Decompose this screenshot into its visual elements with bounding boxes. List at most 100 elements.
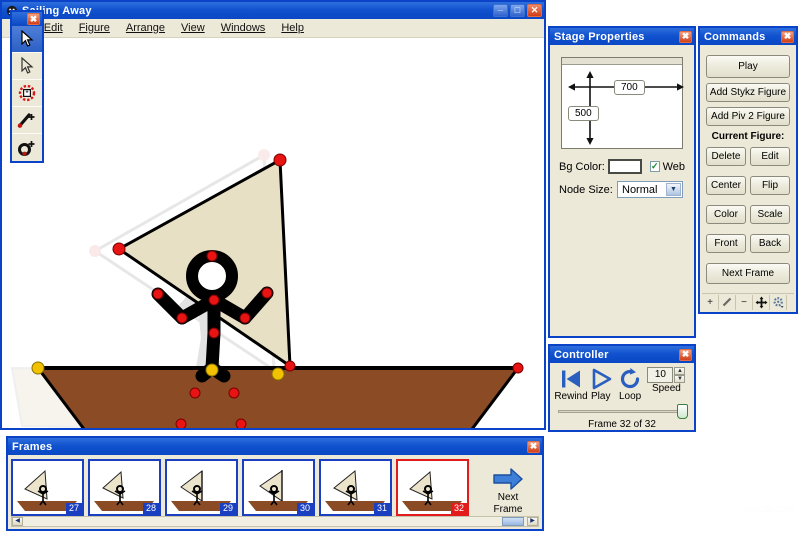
spin-down-icon[interactable]: ▼ <box>674 375 686 383</box>
frames-body: 27 28 29 30 31 32 Next Frame ◀ ▶ <box>8 455 542 529</box>
bg-color-swatch[interactable] <box>607 159 643 174</box>
gear-icon[interactable] <box>770 294 787 310</box>
frame-thumbnail[interactable]: 31 <box>319 459 392 516</box>
node-size-label: Node Size: <box>559 183 613 196</box>
frame-thumbnail[interactable]: 29 <box>165 459 238 516</box>
frames-close-button[interactable]: ✖ <box>527 440 540 453</box>
plus-icon[interactable]: + <box>702 294 719 310</box>
node-size-select[interactable]: Normal ▼ <box>617 181 683 198</box>
chevron-down-icon[interactable]: ▼ <box>666 183 681 196</box>
stage-artwork <box>10 149 524 428</box>
frames-title-bar: Frames ✖ <box>8 438 542 455</box>
stage-width-field[interactable]: 700 <box>614 80 645 95</box>
app-title: Sailing Away <box>22 4 92 17</box>
maximize-button[interactable]: □ <box>510 4 525 17</box>
play-button[interactable]: Play <box>586 367 615 402</box>
controller-title-bar: Controller ✖ <box>550 346 694 363</box>
frame-number: 32 <box>450 503 467 514</box>
close-icon: ✖ <box>681 349 690 359</box>
menu-item-windows[interactable]: Windows <box>221 22 266 34</box>
pencil-glyph <box>722 297 732 307</box>
speed-control[interactable]: 10 ▲ ▼ Speed <box>645 367 688 394</box>
tool-palette-title-bar: ✖ <box>12 12 42 26</box>
tool-palette-close-button[interactable]: ✖ <box>27 13 40 25</box>
frame-thumbnail-strip: 27 28 29 30 31 32 <box>11 459 471 516</box>
scroll-left-button[interactable]: ◀ <box>12 517 23 526</box>
edit-button[interactable]: Edit <box>750 147 790 166</box>
color-button[interactable]: Color <box>706 205 746 224</box>
delete-button[interactable]: Delete <box>706 147 746 166</box>
scale-button[interactable]: Scale <box>750 205 790 224</box>
menu-item-view[interactable]: View <box>181 22 205 34</box>
close-icon: ✖ <box>529 441 538 451</box>
front-button[interactable]: Front <box>706 234 746 253</box>
frame-number: 29 <box>219 503 236 514</box>
frames-horizontal-scrollbar[interactable]: ◀ ▶ <box>11 516 539 527</box>
node-size-value: Normal <box>622 183 658 196</box>
close-icon: ✖ <box>29 13 38 24</box>
add-segment-tool[interactable] <box>12 107 42 134</box>
commands-title: Commands <box>704 30 766 43</box>
play-button[interactable]: Play <box>706 55 790 78</box>
speed-value[interactable]: 10 <box>647 367 674 383</box>
menu-item-edit[interactable]: Edit <box>44 22 63 34</box>
frame-thumbnail-selected[interactable]: 32 <box>396 459 469 516</box>
stage-size-preview: 700 500 <box>561 57 684 149</box>
close-button[interactable]: ✕ <box>527 4 542 17</box>
outline-arrow-tool[interactable] <box>12 53 42 80</box>
menu-bar: File Edit Figure Arrange View Windows He… <box>2 19 544 38</box>
close-icon: ✖ <box>681 31 690 41</box>
stage-canvas[interactable] <box>2 38 544 428</box>
minus-icon[interactable]: − <box>736 294 753 310</box>
next-frame-button[interactable]: Next Frame <box>706 263 790 284</box>
frame-status-label: Frame 32 of 32 <box>588 419 656 430</box>
add-circle-tool[interactable] <box>12 134 42 161</box>
figure-buttons-row-2: Center Flip <box>706 176 790 200</box>
stage-height-field[interactable]: 500 <box>568 106 599 121</box>
speed-spinner[interactable]: 10 ▲ ▼ <box>647 367 686 383</box>
pencil-icon[interactable] <box>719 294 736 310</box>
commands-close-button[interactable]: ✖ <box>781 30 794 43</box>
frame-slider-thumb[interactable] <box>677 404 688 419</box>
transport-controls: Rewind Play Loop 10 ▲ ▼ Speed <box>554 367 688 402</box>
close-icon: ✕ <box>530 5 539 15</box>
loop-button[interactable]: Loop <box>615 367 644 402</box>
menu-item-help[interactable]: Help <box>281 22 304 34</box>
rewind-button[interactable]: Rewind <box>554 367 588 402</box>
minimize-button[interactable]: _ <box>493 3 508 17</box>
back-button[interactable]: Back <box>750 234 790 253</box>
add-stykz-figure-button[interactable]: Add Stykz Figure <box>706 83 790 102</box>
frame-thumbnail[interactable]: 28 <box>88 459 161 516</box>
frame-thumbnail[interactable]: 30 <box>242 459 315 516</box>
frames-title: Frames <box>12 440 53 453</box>
main-title-bar: Sailing Away _ □ ✕ <box>2 2 544 19</box>
select-arrow-tool[interactable] <box>12 26 42 53</box>
frame-thumbnail[interactable]: 27 <box>11 459 84 516</box>
add-piv2-figure-button[interactable]: Add Piv 2 Figure <box>706 107 790 126</box>
stage-properties-close-button[interactable]: ✖ <box>679 30 692 43</box>
move-icon[interactable] <box>753 294 770 310</box>
maximize-icon: □ <box>514 5 521 15</box>
spin-up-icon[interactable]: ▲ <box>674 367 686 375</box>
controller-close-button[interactable]: ✖ <box>679 348 692 361</box>
node-select-tool[interactable]: * <box>12 80 42 107</box>
scroll-right-button[interactable]: ▶ <box>527 517 538 526</box>
stage-properties-panel: Stage Properties ✖ 700 500 Bg Color: ✓ W… <box>548 26 696 338</box>
rewind-label: Rewind <box>554 391 588 402</box>
loop-label: Loop <box>619 391 642 402</box>
next-frame-label-line1: Next <box>497 492 519 503</box>
play-label: Play <box>590 391 611 402</box>
frames-next-frame-button[interactable]: Next Frame <box>478 457 538 525</box>
stage-preview-titlestrip <box>562 58 682 65</box>
menu-item-arrange[interactable]: Arrange <box>126 22 165 34</box>
frame-slider[interactable] <box>556 404 688 419</box>
speed-spin-arrows[interactable]: ▲ ▼ <box>674 367 686 383</box>
stage-properties-title-bar: Stage Properties ✖ <box>550 28 694 45</box>
flip-button[interactable]: Flip <box>750 176 790 195</box>
center-button[interactable]: Center <box>706 176 746 195</box>
web-checkbox[interactable]: ✓ <box>650 161 660 172</box>
scrollbar-thumb[interactable] <box>502 517 524 526</box>
menu-item-figure[interactable]: Figure <box>79 22 110 34</box>
watermark: wsxdn.com <box>744 504 795 515</box>
frame-slider-track[interactable] <box>558 410 678 413</box>
